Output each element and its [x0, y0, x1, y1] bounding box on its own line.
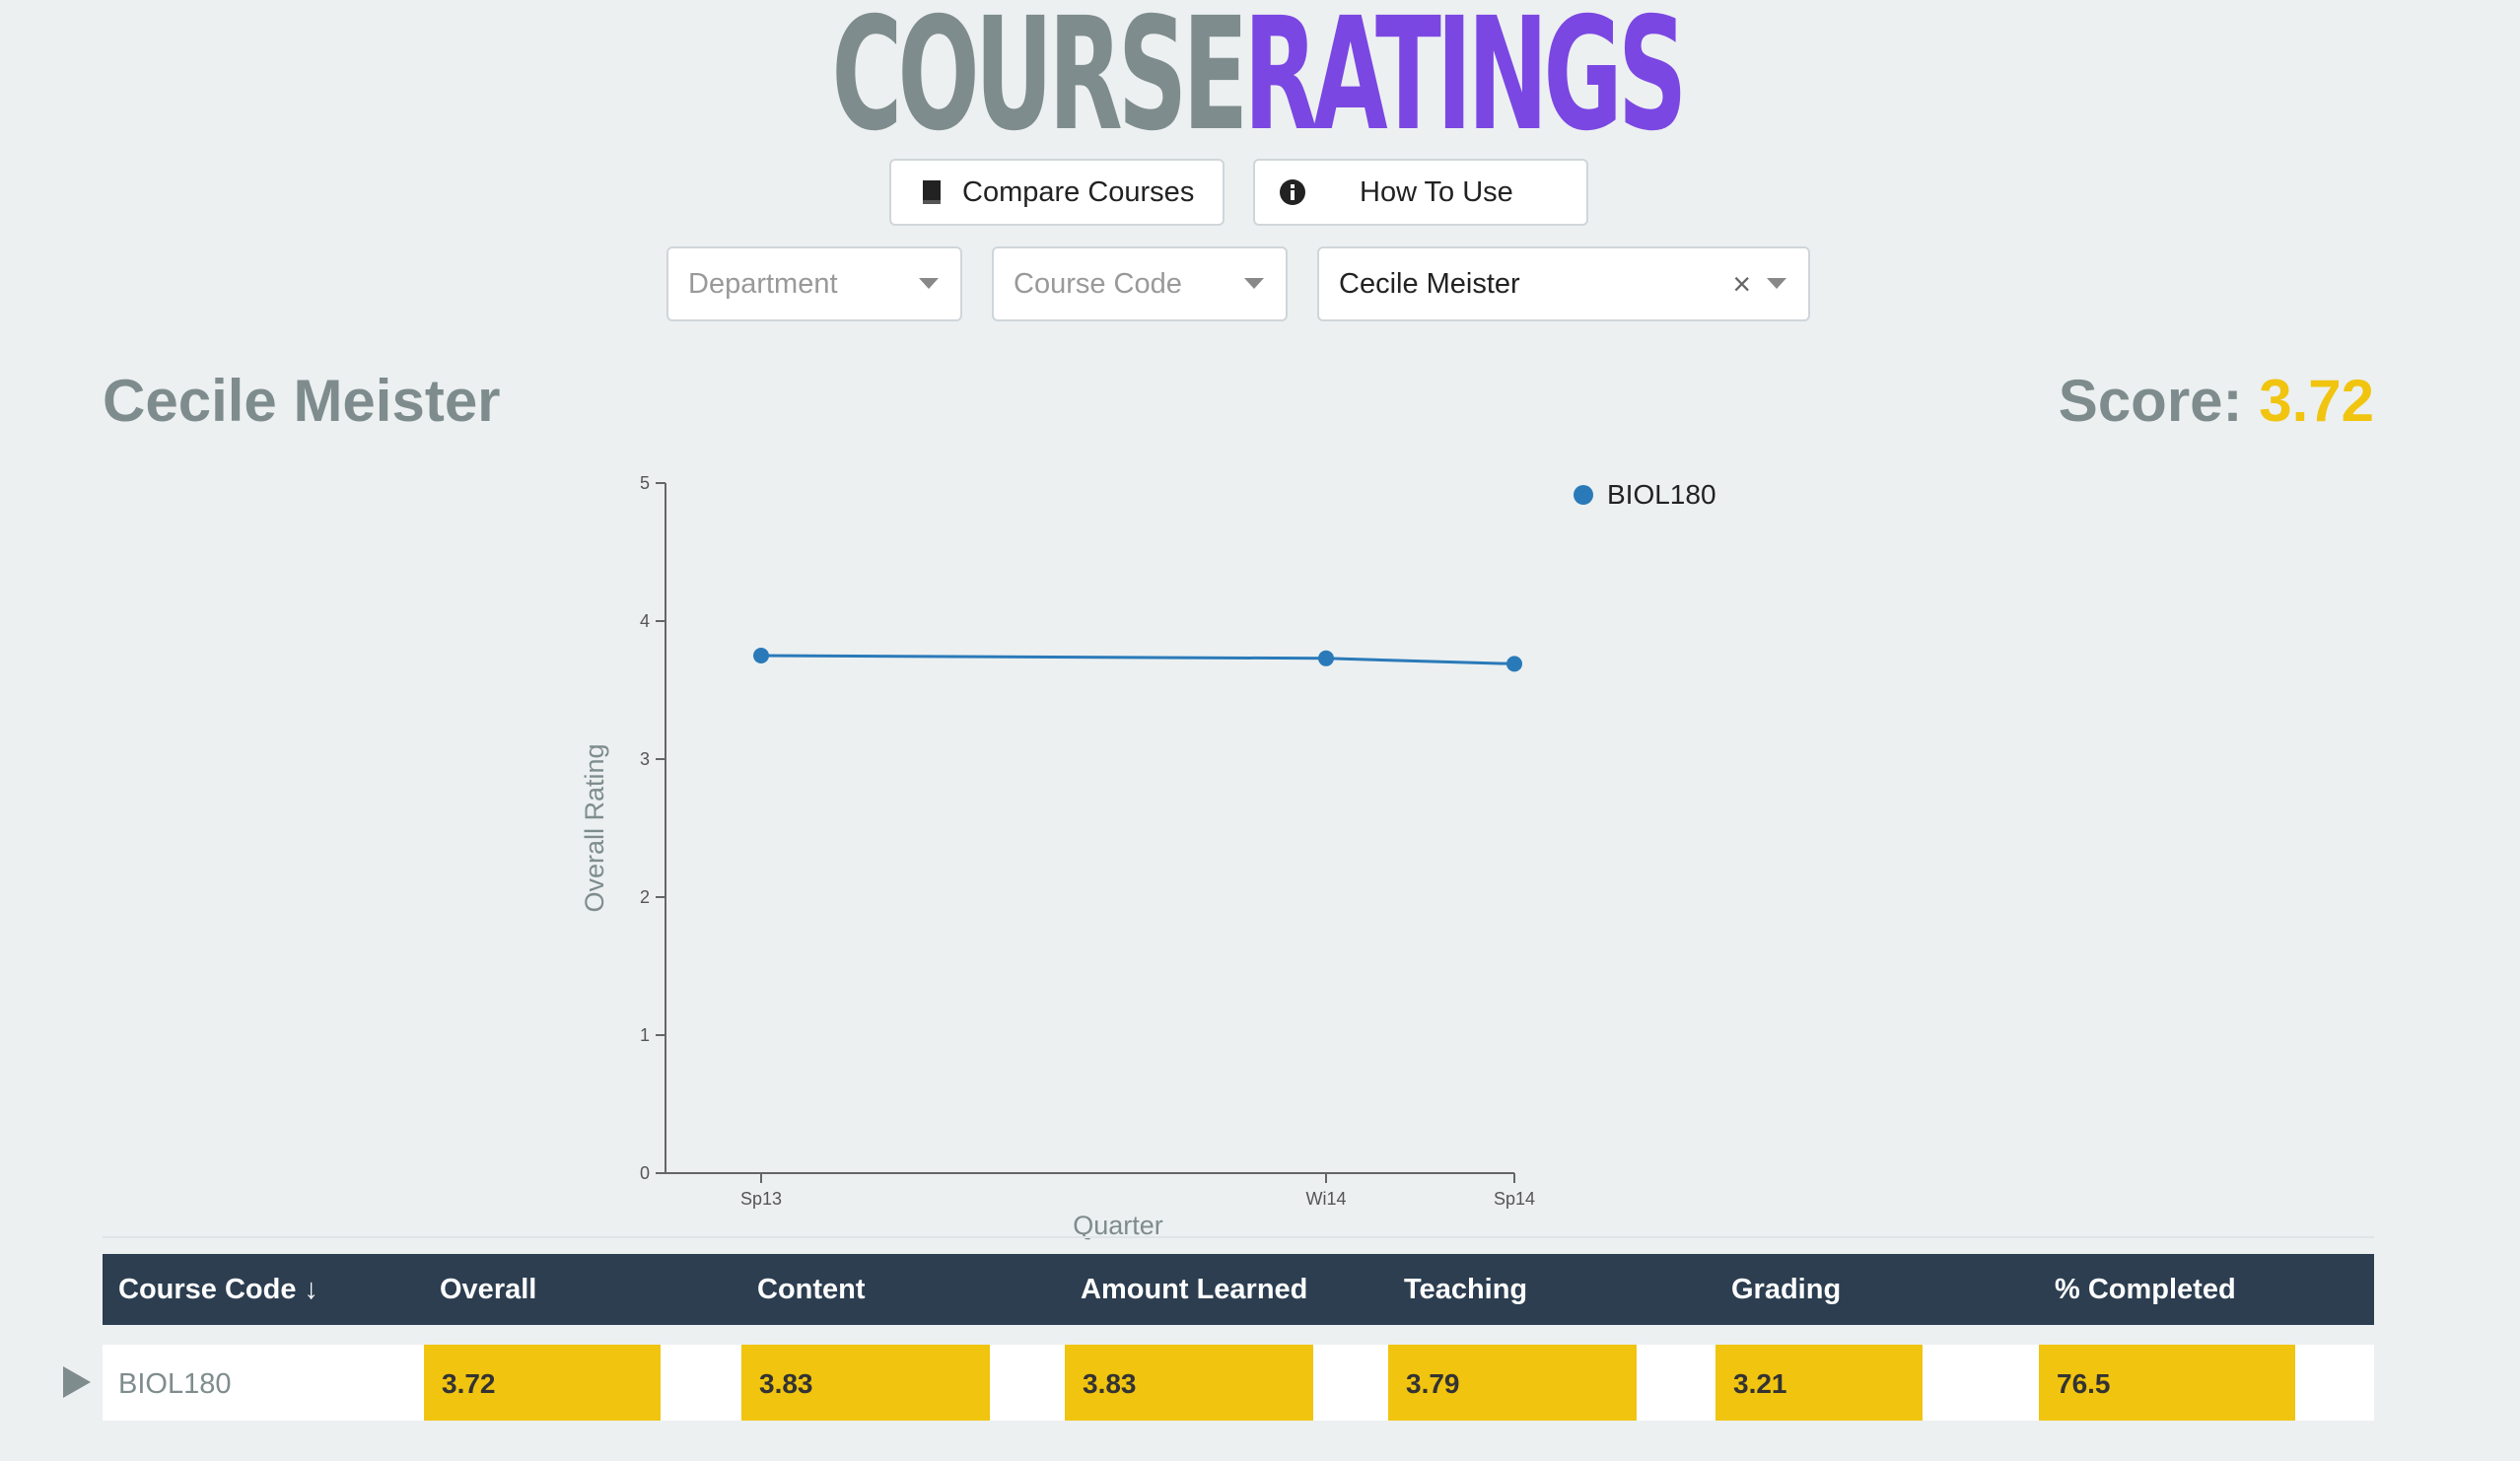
column-header-overall[interactable]: Overall — [440, 1274, 536, 1306]
column-header-amount-learned[interactable]: Amount Learned — [1081, 1274, 1307, 1306]
y-axis-label: Overall Rating — [580, 743, 609, 912]
legend-marker — [1574, 485, 1593, 505]
y-tick-label: 2 — [640, 887, 650, 907]
column-header-course-code[interactable]: Course Code ↓ — [118, 1274, 318, 1306]
data-point — [753, 648, 769, 663]
grading-cell: 3.21 — [1715, 1345, 1923, 1421]
x-tick-label: Sp13 — [740, 1189, 782, 1209]
y-tick-label: 4 — [640, 611, 650, 631]
overall-cell: 3.72 — [424, 1345, 661, 1421]
completed-cell: 76.5 — [2039, 1345, 2295, 1421]
teaching-cell: 3.79 — [1388, 1345, 1637, 1421]
column-header-completed[interactable]: % Completed — [2055, 1274, 2236, 1306]
expand-row-icon[interactable] — [63, 1366, 91, 1398]
rating-line-chart: 012345Sp13 Wi14 Sp14QuarterOverall RatingB… — [580, 473, 1716, 1240]
data-point — [1318, 650, 1334, 666]
amount-learned-cell: 3.83 — [1065, 1345, 1313, 1421]
y-tick-label: 5 — [640, 473, 650, 493]
x-tick-label: Wi14 — [1305, 1189, 1346, 1209]
table-row[interactable]: BIOL180 3.72 3.83 3.83 3.79 3.21 76.5 — [103, 1345, 2374, 1421]
series-line — [760, 654, 1515, 665]
y-tick-label: 1 — [640, 1025, 650, 1045]
x-tick-label: Sp14 — [1494, 1189, 1535, 1209]
y-tick-label: 0 — [640, 1163, 650, 1183]
table-divider — [103, 1236, 2374, 1238]
data-point — [1506, 656, 1522, 672]
content-cell: 3.83 — [741, 1345, 990, 1421]
column-header-teaching[interactable]: Teaching — [1404, 1274, 1527, 1306]
column-header-grading[interactable]: Grading — [1731, 1274, 1841, 1306]
y-tick-label: 3 — [640, 749, 650, 769]
column-header-content[interactable]: Content — [757, 1274, 866, 1306]
course-code-cell: BIOL180 — [118, 1368, 232, 1400]
legend-label: BIOL180 — [1607, 479, 1716, 510]
table-header: Course Code ↓ Overall Content Amount Lea… — [103, 1254, 2374, 1325]
